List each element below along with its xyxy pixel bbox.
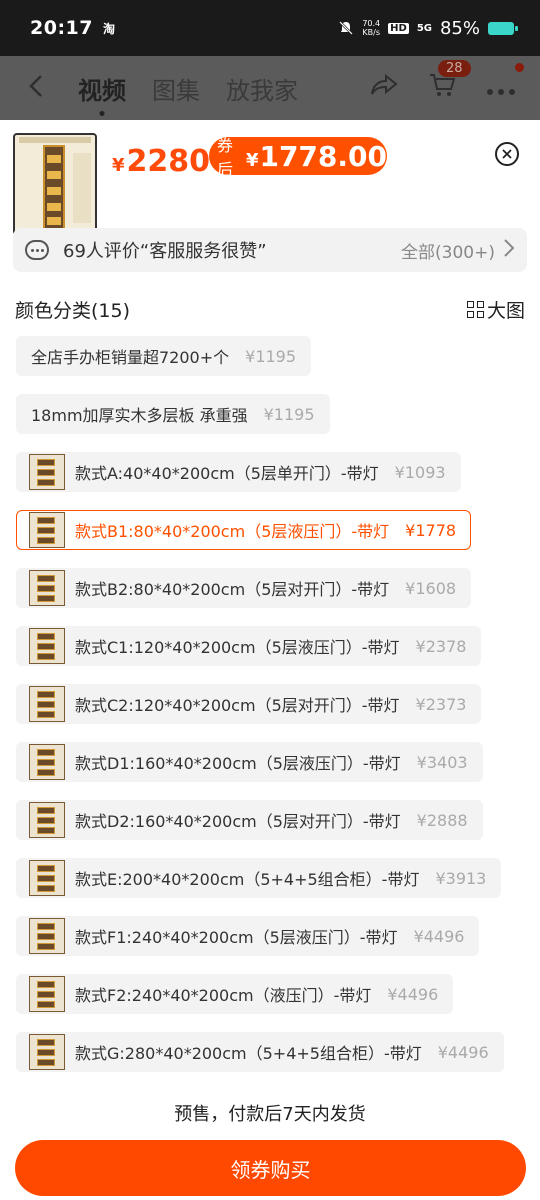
- coupon-label: 券后: [217, 136, 234, 179]
- sku-option-label: 款式G:280*40*200cm（5+4+5组合柜）-带灯: [75, 1044, 422, 1063]
- sku-option-price: ¥3913: [435, 868, 487, 888]
- sku-option[interactable]: 款式G:280*40*200cm（5+4+5组合柜）-带灯 ¥4496: [16, 1032, 504, 1072]
- coupon-buy-button[interactable]: 领券购买: [15, 1140, 526, 1196]
- sku-option-price: ¥1608: [405, 578, 457, 598]
- cabinet-thumbnail-icon: [29, 454, 65, 490]
- chat-bubble-icon: [25, 240, 49, 260]
- grid-icon: [466, 300, 485, 319]
- top-nav: 视频 图集 放我家 28: [0, 56, 540, 120]
- close-icon[interactable]: [495, 142, 519, 166]
- cabinet-thumbnail-icon: [29, 512, 65, 548]
- notification-dot: [515, 63, 524, 72]
- sku-option-label: 款式E:200*40*200cm（5+4+5组合柜）-带灯: [75, 870, 420, 889]
- sku-option-price: ¥2888: [416, 810, 468, 830]
- review-all-link[interactable]: 全部(300+): [401, 238, 495, 263]
- media-tabs: 视频 图集 放我家: [78, 71, 298, 106]
- tab-gallery[interactable]: 图集: [152, 71, 200, 106]
- sku-option[interactable]: 款式C1:120*40*200cm（5层液压门）-带灯 ¥2378: [16, 626, 482, 666]
- review-summary[interactable]: 69人评价“客服服务很赞” 全部(300+): [13, 228, 527, 272]
- status-bar: 20:17 淘 70.4 KB/s HD 5G 85%: [0, 0, 540, 56]
- sku-option-price: ¥2373: [415, 694, 467, 714]
- sku-option[interactable]: 款式E:200*40*200cm（5+4+5组合柜）-带灯 ¥3913: [16, 858, 502, 898]
- big-picture-toggle[interactable]: 大图: [466, 296, 525, 323]
- cabinet-thumbnail-icon: [29, 570, 65, 606]
- option-list: 全店手办柜销量超7200+个 ¥1195 18mm加厚实木多层板 承重强 ¥1195 款…: [16, 336, 526, 1090]
- cabinet-thumbnail-icon: [29, 744, 65, 780]
- sku-option[interactable]: 款式D2:160*40*200cm（5层对开门）-带灯 ¥2888: [16, 800, 483, 840]
- cabinet-image: [43, 145, 65, 231]
- sku-option[interactable]: 全店手办柜销量超7200+个 ¥1195: [16, 336, 312, 376]
- battery-percent: 85%: [439, 17, 480, 39]
- status-icons: 70.4 KB/s HD 5G 85%: [338, 17, 518, 39]
- more-icon[interactable]: [486, 63, 524, 103]
- share-icon[interactable]: [370, 73, 398, 104]
- thumb-header: [19, 137, 91, 143]
- cabinet-thumbnail-icon: [29, 976, 65, 1012]
- sku-option[interactable]: 款式F2:240*40*200cm（液压门）-带灯 ¥4496: [16, 974, 454, 1014]
- cabinet-thumbnail-icon: [29, 1034, 65, 1070]
- cabinet-thumbnail-icon: [29, 802, 65, 838]
- sku-option-label: 款式B2:80*40*200cm（5层对开门）-带灯: [75, 580, 390, 599]
- cart-icon[interactable]: 28: [428, 59, 471, 105]
- sku-option-label: 款式F1:240*40*200cm（5层液压门）-带灯: [75, 928, 398, 947]
- sku-option-price: ¥4496: [413, 926, 465, 946]
- sku-option[interactable]: 18mm加厚实木多层板 承重强 ¥1195: [16, 394, 330, 434]
- sku-option-label: 18mm加厚实木多层板 承重强: [31, 406, 248, 425]
- sku-option-label: 款式B1:80*40*200cm（5层液压门）-带灯: [75, 522, 390, 541]
- review-highlight: 69人评价“客服服务很赞”: [63, 241, 267, 262]
- hd-icon: HD: [388, 22, 409, 34]
- battery-icon: [488, 21, 518, 35]
- cabinet-thumbnail-icon: [29, 918, 65, 954]
- cabinet-thumbnail-icon: [29, 686, 65, 722]
- coupon-price: ¥1778.00: [245, 139, 387, 173]
- sku-option-price: ¥1778: [405, 520, 457, 540]
- product-thumbnail[interactable]: [13, 133, 97, 236]
- sku-option-price: ¥1093: [394, 462, 446, 482]
- sku-option-price: ¥4496: [437, 1042, 489, 1062]
- coupon-price-badge: 券后 ¥1778.00: [209, 136, 387, 179]
- sku-option-label: 款式D1:160*40*200cm（5层液压门）-带灯: [75, 754, 401, 773]
- sku-option-label: 款式D2:160*40*200cm（5层对开门）-带灯: [75, 812, 401, 831]
- sku-option-label: 全店手办柜销量超7200+个: [31, 348, 230, 367]
- sku-option-price: ¥2378: [415, 636, 467, 656]
- signal-5g-icon: 5G: [416, 22, 432, 34]
- nav-actions: 28: [370, 59, 540, 105]
- mute-bell-icon: [338, 20, 354, 36]
- network-speed: 70.4 KB/s: [362, 19, 381, 37]
- sku-option-label: 款式F2:240*40*200cm（液压门）-带灯: [75, 986, 372, 1005]
- cart-count-badge: 28: [438, 59, 471, 77]
- cabinet-thumbnail-icon: [29, 628, 65, 664]
- sku-option[interactable]: 款式A:40*40*200cm（5层单开门）-带灯 ¥1093: [16, 452, 461, 492]
- sku-option-price: ¥4496: [387, 984, 439, 1004]
- sku-option-label: 款式C1:120*40*200cm（5层液压门）-带灯: [75, 638, 400, 657]
- taobao-app-icon: 淘: [102, 21, 115, 36]
- sku-option[interactable]: 款式F1:240*40*200cm（5层液压门）-带灯 ¥4496: [16, 916, 480, 956]
- thumb-details: [73, 153, 91, 223]
- cabinet-thumbnail-icon: [29, 860, 65, 896]
- sku-option-label: 款式C2:120*40*200cm（5层对开门）-带灯: [75, 696, 400, 715]
- sku-option[interactable]: 款式C2:120*40*200cm（5层对开门）-带灯 ¥2373: [16, 684, 482, 724]
- sku-option[interactable]: 款式B1:80*40*200cm（5层液压门）-带灯 ¥1778: [16, 510, 472, 550]
- sku-option-label: 款式A:40*40*200cm（5层单开门）-带灯: [75, 464, 379, 483]
- sku-selector-sheet: ¥2280 券后 ¥1778.00 69人评价“客服服务很赞” 全部(300+)…: [0, 120, 540, 1200]
- color-category-title: 颜色分类(15): [15, 300, 131, 322]
- status-time: 20:17: [30, 17, 93, 39]
- sku-option[interactable]: 款式B2:80*40*200cm（5层对开门）-带灯 ¥1608: [16, 568, 472, 608]
- back-arrow-icon[interactable]: [28, 71, 58, 106]
- tab-video[interactable]: 视频: [78, 71, 126, 106]
- tab-place-in-home[interactable]: 放我家: [226, 71, 298, 106]
- chevron-right-icon: [503, 236, 515, 264]
- original-price: ¥2280: [112, 144, 211, 179]
- sku-option-price: ¥3403: [416, 752, 468, 772]
- sku-option-price: ¥1195: [263, 404, 315, 424]
- shipping-note: 预售，付款后7天内发货: [174, 1104, 366, 1125]
- sku-option-price: ¥1195: [245, 346, 297, 366]
- sku-option[interactable]: 款式D1:160*40*200cm（5层液压门）-带灯 ¥3403: [16, 742, 483, 782]
